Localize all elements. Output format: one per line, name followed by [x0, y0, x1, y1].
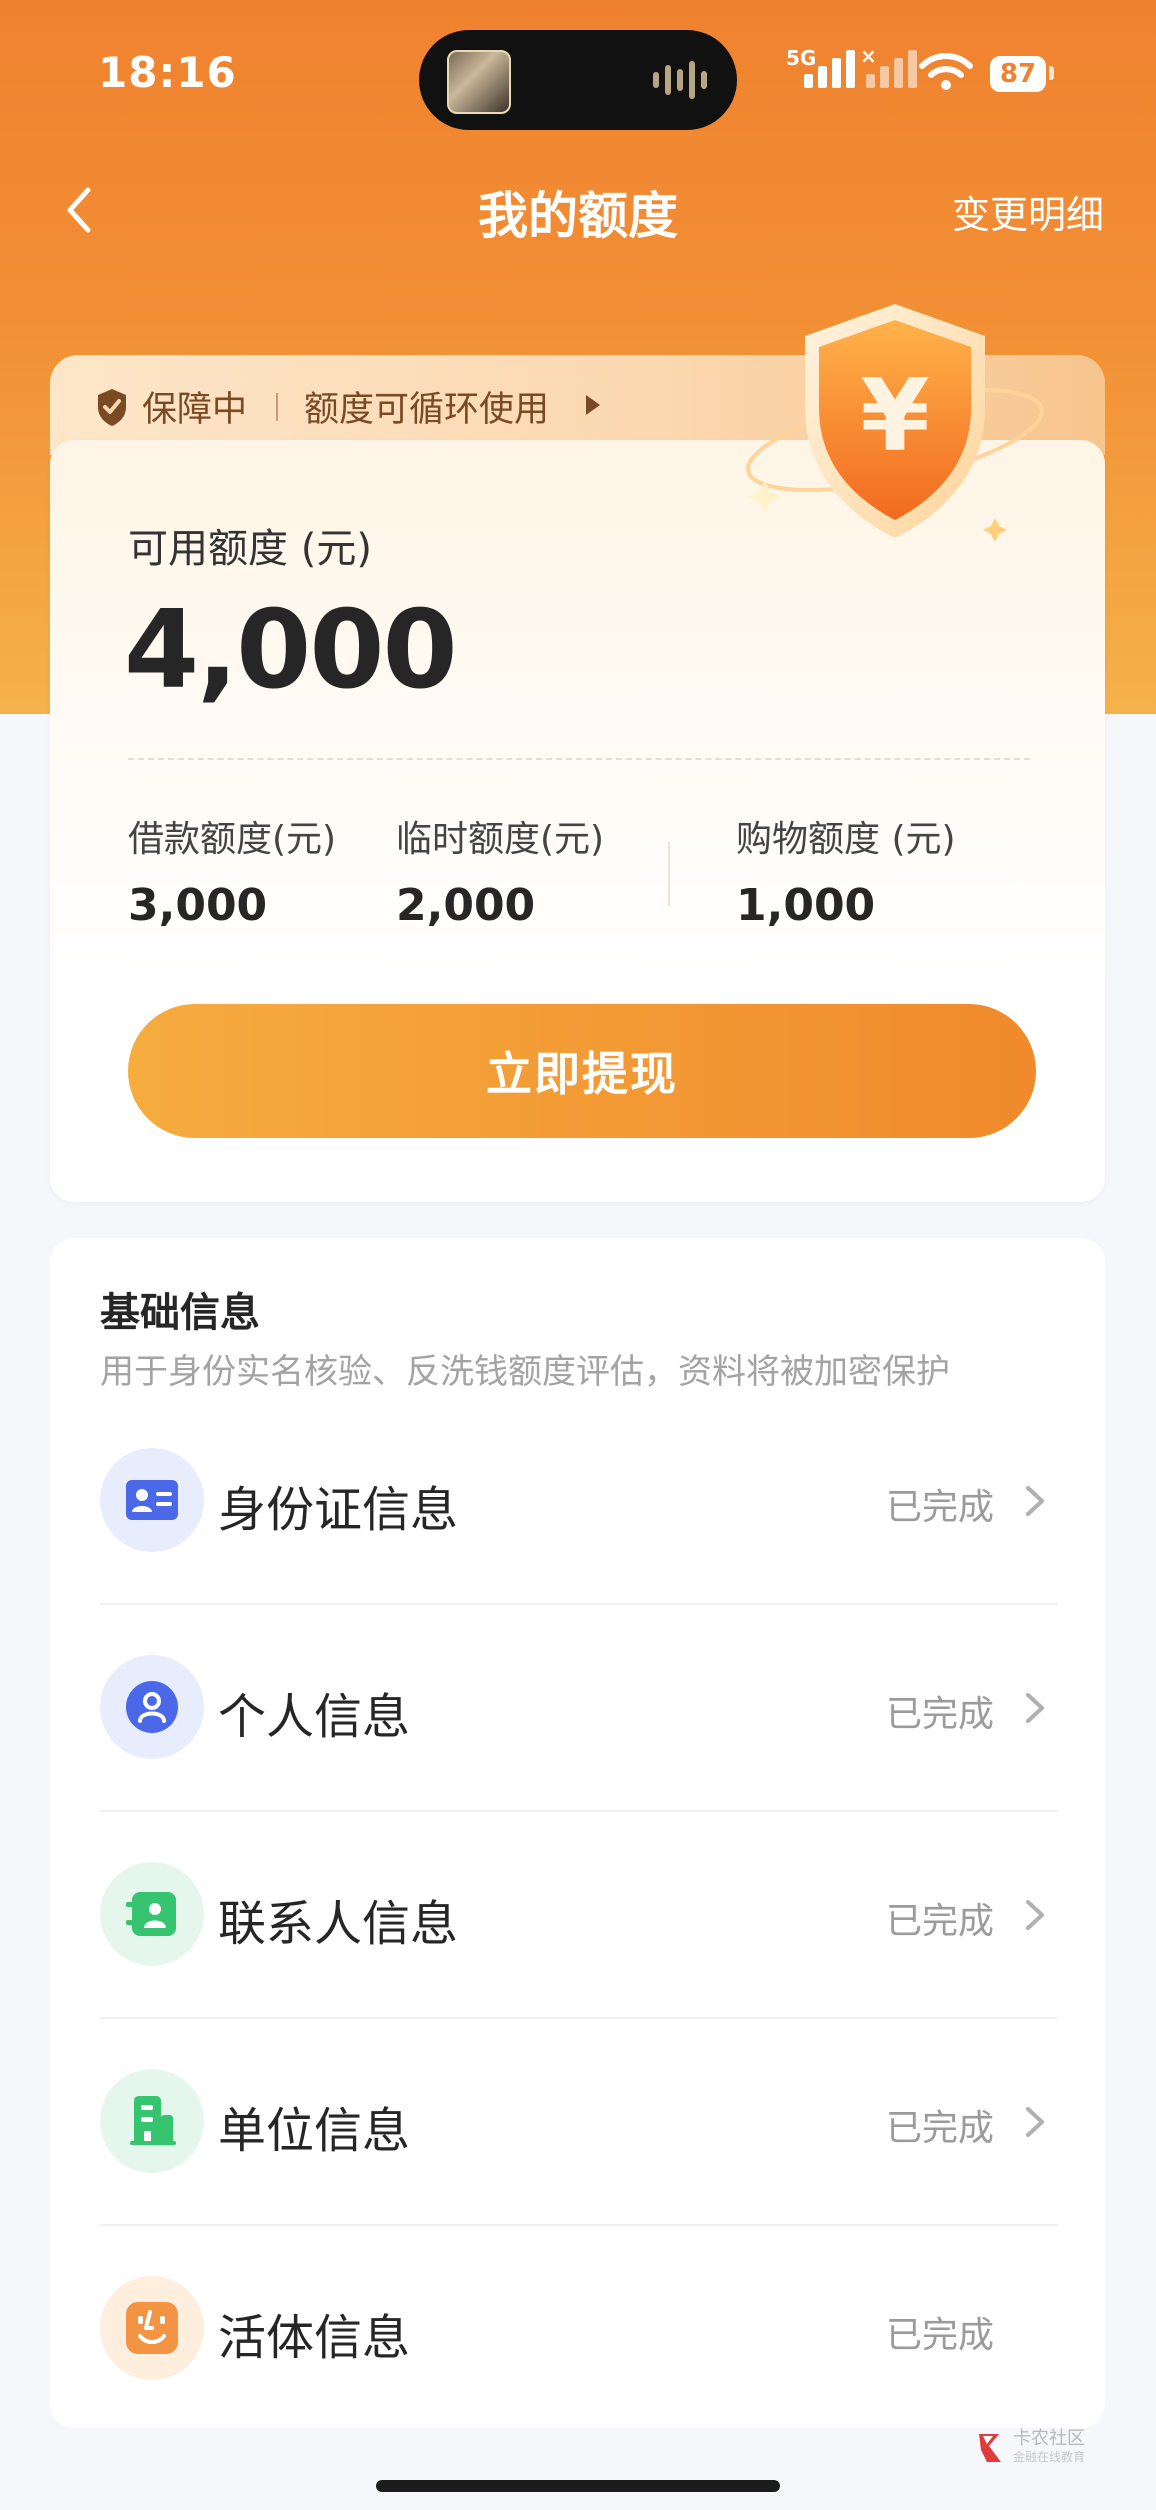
temporary-limit: 临时额度(元) 2,000 [396, 810, 604, 931]
watermark-tagline: 金融在线教育 [1013, 2450, 1086, 2464]
available-credit-label: 可用额度 (元) [128, 526, 372, 572]
row-status: 已完成 [885, 2315, 994, 2356]
row-status: 已完成 [885, 1901, 994, 1942]
yuan-shield-icon: ¥ [746, 304, 1044, 542]
row-label: 个人信息 [218, 1689, 411, 1745]
wifi-icon [919, 53, 973, 90]
building-icon [100, 2069, 204, 2173]
signal-icon [804, 48, 855, 88]
loan-limit-label: 借款额度(元) [128, 819, 337, 860]
row-label: 联系人信息 [218, 1896, 459, 1952]
chevron-right-icon [1026, 1693, 1044, 1723]
loan-limit: 借款额度(元) 3,000 [128, 810, 336, 931]
guarantee-divider [276, 393, 278, 421]
signal-secondary-icon [866, 48, 917, 88]
shield-check-icon [98, 389, 126, 426]
row-label: 活体信息 [218, 2310, 411, 2366]
watermark-text: 卡农社区 金融在线教育 [1013, 2430, 1085, 2466]
temporary-limit-value: 2,000 [396, 880, 536, 931]
status-bar: 18:16 5G × 87 [0, 0, 1156, 150]
guarantee-description: 额度可循环使用 [304, 390, 550, 430]
battery-tip [1049, 66, 1054, 80]
shopping-limit-value: 1,000 [736, 880, 876, 931]
loan-limit-value: 3,000 [128, 880, 268, 931]
basic-info-subtitle: 用于身份实名核验、反洗钱额度评估，资料将被加密保护 [100, 1352, 950, 1392]
album-art-icon [447, 50, 511, 114]
face-icon [100, 2276, 204, 2380]
guarantee-status: 保障中 [142, 390, 248, 430]
battery-icon: 87 [990, 56, 1046, 92]
watermark-name: 卡农社区 [1013, 2428, 1085, 2449]
home-indicator[interactable] [376, 2480, 780, 2492]
limits-divider [668, 842, 670, 906]
row-status: 已完成 [885, 1487, 994, 1528]
id-card-icon [100, 1448, 204, 1552]
liveness-info-row[interactable]: 活体信息 已完成 [100, 2226, 1058, 2433]
person-icon [100, 1655, 204, 1759]
available-credit-value: 4,000 [124, 588, 458, 713]
shopping-limit-label: 购物额度 (元) [736, 819, 956, 860]
id-card-info-row[interactable]: 身份证信息 已完成 [100, 1398, 1058, 1605]
row-label: 身份证信息 [218, 1482, 459, 1538]
shopping-limit: 购物额度 (元) 1,000 [736, 810, 956, 931]
status-time: 18:16 [98, 48, 237, 97]
dashed-divider [128, 758, 1030, 760]
chevron-right-icon [1026, 1900, 1044, 1930]
basic-info-card: 基础信息 用于身份实名核验、反洗钱额度评估，资料将被加密保护 身份证信息 已完成… [50, 1238, 1105, 2428]
chevron-right-icon [1026, 1486, 1044, 1516]
temporary-limit-label: 临时额度(元) [396, 819, 605, 860]
basic-info-title: 基础信息 [100, 1290, 260, 1336]
row-status: 已完成 [885, 2108, 994, 2149]
row-status: 已完成 [885, 1694, 994, 1735]
employer-info-row[interactable]: 单位信息 已完成 [100, 2019, 1058, 2226]
change-details-link[interactable]: 变更明细 [952, 184, 1104, 239]
audio-wave-icon [653, 60, 707, 100]
chevron-right-icon [1026, 2107, 1044, 2137]
dynamic-island[interactable] [419, 30, 737, 130]
personal-info-row[interactable]: 个人信息 已完成 [100, 1605, 1058, 1812]
withdraw-button[interactable]: 立即提现 [128, 1004, 1036, 1138]
contacts-info-row[interactable]: 联系人信息 已完成 [100, 1812, 1058, 2019]
contacts-icon [100, 1862, 204, 1966]
row-label: 单位信息 [218, 2103, 411, 2159]
svg-text:¥: ¥ [860, 357, 930, 474]
play-triangle-icon [586, 395, 600, 415]
